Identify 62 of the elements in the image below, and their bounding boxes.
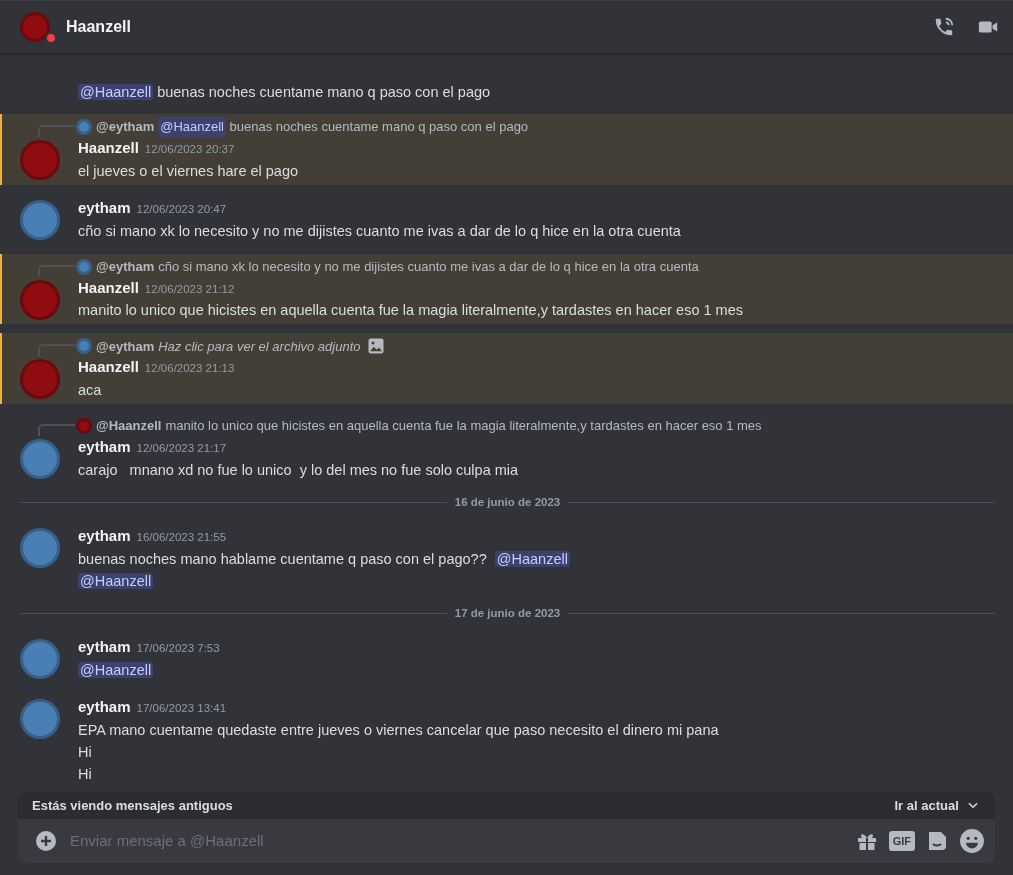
mention-link[interactable]: @Haanzell bbox=[78, 84, 154, 100]
date-divider: 17 de junio de 2023 bbox=[453, 605, 562, 621]
message-text: buenas noches mano hablame cuentame q paso con el pago?? bbox=[78, 550, 488, 567]
mention-link[interactable]: @Haanzell bbox=[78, 661, 154, 678]
message-text: EPA mano cuentame quedaste entre jueves o viernes cancelar que paso necesito el dinero mi pana bbox=[78, 721, 719, 738]
username: Haanzell bbox=[66, 17, 131, 37]
message-timestamp: 12/06/2023 21:17 bbox=[136, 442, 227, 454]
message-author[interactable]: eytham bbox=[78, 638, 131, 655]
reply-author[interactable]: @eytham bbox=[96, 256, 155, 277]
message-author[interactable]: Haanzell bbox=[78, 139, 139, 156]
message-timestamp: 16/06/2023 21:55 bbox=[136, 531, 227, 543]
reply-spine bbox=[38, 344, 76, 357]
reply-author[interactable]: @eytham bbox=[96, 117, 155, 137]
reply-avatar[interactable] bbox=[76, 119, 92, 135]
message-author[interactable]: eytham bbox=[78, 438, 131, 455]
message-text: Hi bbox=[78, 765, 92, 782]
mention-link[interactable]: @Haanzell bbox=[78, 572, 154, 589]
message-composer[interactable]: Enviar mensaje a @Haanzell GIF bbox=[18, 819, 995, 863]
user-avatar[interactable] bbox=[20, 639, 60, 679]
attachment-link[interactable]: Haz clic para ver el archivo adjunto bbox=[158, 336, 361, 356]
message-text: cño si mano xk lo necesito y no me dijistes cuanto me ivas a dar de lo q hice en la otra cuenta bbox=[78, 222, 681, 239]
status-icon bbox=[45, 32, 57, 44]
gif-button[interactable]: GIF bbox=[888, 830, 915, 852]
message-text: manito lo unico que hicistes en aquella cuenta fue la magia literalmente,y tardastes en hacer eso 1 mes bbox=[165, 417, 762, 436]
message-author[interactable]: eytham bbox=[78, 198, 131, 216]
emoji-icon[interactable] bbox=[959, 828, 985, 854]
message-text: carajo mnano xd no fue lo unico y lo del mes no fue solo culpa mia bbox=[78, 461, 519, 478]
user-avatar[interactable] bbox=[20, 698, 60, 739]
old-messages-notice: Estás viendo mensajes antiguos bbox=[32, 796, 233, 815]
message-timestamp: 12/06/2023 20:37 bbox=[144, 143, 235, 155]
message-timestamp: 17/06/2023 7:53 bbox=[136, 642, 220, 654]
message-author[interactable]: eytham bbox=[78, 527, 131, 544]
message-author[interactable]: eytham bbox=[78, 697, 131, 715]
message-text: manito lo unico que hicistes en aquella cuenta fue la magia literalmente,y tardastes en hacer eso 1 mes bbox=[78, 302, 743, 319]
user-avatar[interactable] bbox=[20, 199, 60, 240]
message-text: cño si mano xk lo necesito y no me dijistes cuanto me ivas a dar de lo q hice en la otra cuenta bbox=[158, 257, 699, 276]
mention-link[interactable]: @Haanzell bbox=[158, 117, 226, 137]
jump-to-present-button[interactable]: Ir al actual bbox=[893, 794, 981, 816]
reply-author[interactable]: @eytham bbox=[96, 336, 155, 356]
reply-spine bbox=[38, 125, 76, 137]
reply-avatar[interactable] bbox=[76, 338, 92, 355]
message-author[interactable]: Haanzell bbox=[78, 358, 139, 376]
reply-author[interactable]: @Haanzell bbox=[96, 416, 162, 436]
user-avatar[interactable] bbox=[20, 439, 60, 479]
message-author[interactable]: Haanzell bbox=[78, 278, 139, 296]
plus-icon[interactable] bbox=[34, 829, 58, 853]
user-avatar[interactable] bbox=[20, 528, 60, 568]
reply-spine bbox=[38, 424, 76, 436]
phone-call-icon[interactable] bbox=[933, 16, 956, 38]
message-timestamp: 12/06/2023 21:12 bbox=[144, 282, 235, 295]
reply-avatar[interactable] bbox=[76, 258, 92, 275]
mention-link[interactable]: @Haanzell bbox=[494, 550, 570, 567]
message-timestamp: 12/06/2023 21:13 bbox=[144, 362, 235, 375]
message-timestamp: 12/06/2023 20:47 bbox=[136, 202, 227, 215]
message-timestamp: 17/06/2023 13:41 bbox=[136, 701, 227, 714]
message-text: buenas noches cuentame mano q paso con el pago bbox=[156, 84, 491, 100]
message-text: aca bbox=[78, 382, 102, 398]
message-text: Hi bbox=[78, 743, 92, 760]
reply-spine bbox=[38, 264, 76, 277]
message-text: buenas noches cuentame mano q paso con el pago bbox=[228, 118, 529, 137]
message-text: el jueves o el viernes hare el pago bbox=[78, 162, 299, 179]
date-divider: 16 de junio de 2023 bbox=[453, 494, 562, 510]
